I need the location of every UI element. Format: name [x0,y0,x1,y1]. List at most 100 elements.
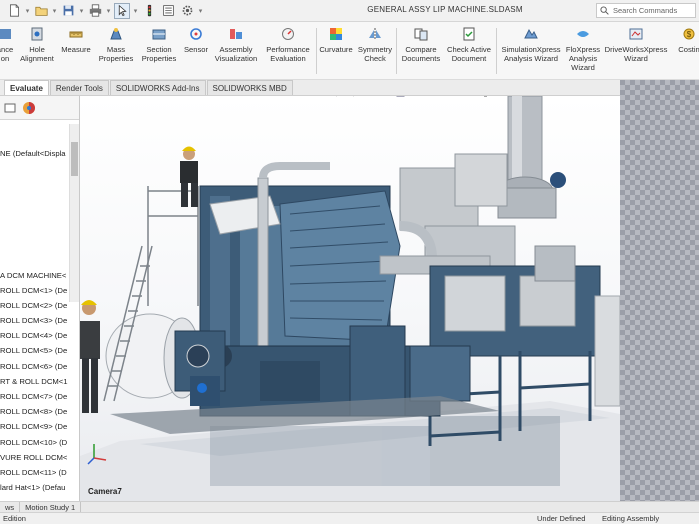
zoom-to-fit-icon[interactable] [326,96,338,97]
chevron-down-icon[interactable]: ▾ [25,3,30,19]
camera-label: Camera7 [88,487,122,496]
ribbon-label-line: on [0,54,10,63]
tree-item[interactable] [0,207,72,222]
select-cursor-icon[interactable] [114,2,130,19]
checkactive-button[interactable]: Check Active Document [444,25,494,63]
ribbon-label-line: Alignment [20,54,54,63]
traffic-light-icon[interactable] [141,3,157,19]
hide-show-icon[interactable] [428,96,440,97]
tree-item[interactable]: ROLL DCM<8> (De [0,404,72,419]
tree-item[interactable]: RT & ROLL DCM<1 [0,374,72,389]
feature-manager-tab-icon[interactable] [2,100,18,116]
hole-button[interactable]: Hole Alignment [17,25,57,63]
print-icon[interactable] [87,3,103,19]
chevron-down-icon[interactable]: ▾ [52,3,57,19]
open-folder-icon[interactable] [33,3,49,19]
floxpress-icon [574,25,592,43]
file-properties-icon[interactable] [160,3,176,19]
tree-item[interactable]: ROLL DCM<3> (De [0,313,72,328]
monitor-icon[interactable] [479,96,491,97]
previous-view-icon[interactable] [360,96,372,97]
flox-button[interactable]: FloXpress Analysis Wizard [564,25,602,72]
drivex-button[interactable]: DriveWorksXpress Wizard [605,25,667,63]
ribbon-label-line: Section [146,45,172,54]
model-tab[interactable]: ws [0,501,21,513]
tab-solidworks-add-ins[interactable]: SOLIDWORKS Add-Ins [109,80,206,95]
panel-tab-icons [0,96,79,120]
tree-item[interactable]: ROLL DCM<1> (De [0,283,72,298]
scrollbar-thumb[interactable] [71,142,78,176]
tree-item[interactable]: lard Hat<1> (Defau [0,480,72,495]
chevron-down-icon[interactable]: ▾ [133,3,138,19]
command-manager-tabs: Evaluate Render Tools SOLIDWORKS Add-Ins SO… [0,80,699,96]
perf-button[interactable]: Performance Evaluation [262,25,314,63]
view-orientation-icon[interactable] [394,96,406,97]
svg-text:$: $ [687,30,692,39]
motion-study-tab[interactable]: Motion Study 1 [20,501,82,513]
appearance-icon[interactable] [445,96,457,97]
tab-solidworks-mbd[interactable]: SOLIDWORKS MBD [206,80,293,95]
mass-button[interactable]: Mass Properties [96,25,136,63]
tree-item[interactable] [0,222,72,237]
measure-button[interactable]: Measure [59,25,93,54]
display-style-icon[interactable] [411,96,423,97]
tree-item[interactable]: ROLL DCM<6> (De [0,359,72,374]
section-properties-icon [150,25,168,43]
tree-item[interactable] [0,161,72,176]
tree-item[interactable]: ROLL DCM<5> (De [0,343,72,358]
tree-item[interactable]: ROLL DCM<2> (De [0,298,72,313]
assembly-model[interactable] [80,96,620,501]
ribbon-label-line: Visualization [214,54,258,63]
simx-button[interactable]: SimulationXpress Analysis Wizard [498,25,564,63]
tree-item[interactable]: ROLL DCM<7> (De [0,389,72,404]
chevron-down-icon[interactable]: ▾ [198,3,203,19]
feature-tree: NE (Default<Displa A DCM MACHINE< ROLL DCM… [0,146,72,495]
interference-detection-icon [0,25,14,43]
tab-evaluate[interactable]: Evaluate [4,80,49,95]
graphics-viewport[interactable]: Camera7 [80,96,620,501]
sensor-button[interactable]: Sensor [181,25,211,54]
tree-item[interactable]: ROLL DCM<9> (De [0,419,72,434]
ribbon-label-line: Wizard [624,54,648,63]
tree-item[interactable]: VURE ROLL DCM< [0,450,72,465]
ribbon-label-line: Assembly [219,45,253,54]
ribbon-label-line: Sensor [183,45,209,54]
tab-render-tools[interactable]: Render Tools [49,80,109,95]
chevron-down-icon[interactable]: ▾ [79,3,84,19]
tree-item[interactable] [0,252,72,267]
ribbon-label-line: Symmetry [357,45,393,54]
compare-button[interactable]: Compare Documents [398,25,444,63]
heads-up-view-toolbar [326,96,491,98]
new-document-icon[interactable] [6,3,22,19]
curvature-button[interactable]: Curvature [317,25,355,54]
search-commands-input[interactable]: Search Commands [596,3,696,18]
ribbon-label-line: Hole [29,45,45,54]
section-view-icon[interactable] [377,96,389,97]
ribbon-label-line: Wizard [571,63,595,72]
interference-button[interactable]: anceon [0,25,14,63]
tree-item[interactable] [0,176,72,191]
costing-button[interactable]: $ Costin [674,25,699,54]
tree-item[interactable]: ROLL DCM<10> (D [0,435,72,450]
driveworksxpress-icon [627,25,645,43]
ribbon-label-line: Curvature [319,45,353,54]
ribbon-label-line: Properties [141,54,177,63]
chevron-down-icon[interactable]: ▾ [106,3,111,19]
tree-item[interactable]: ROLL DCM<4> (De [0,328,72,343]
tree-item[interactable]: ROLL DCM<11> (D [0,465,72,480]
ribbon-separator [396,28,397,74]
ribbon-label-line: Document [451,54,487,63]
save-icon[interactable] [60,3,76,19]
appearance-tab-icon[interactable] [21,100,37,116]
symmetry-button[interactable]: Symmetry Check [356,25,394,63]
assyvis-button[interactable]: Assembly Visualization [210,25,262,63]
tree-item[interactable] [0,237,72,252]
tree-item[interactable]: NE (Default<Displa [0,146,72,161]
zoom-area-icon[interactable] [343,96,355,97]
sensor-icon [187,25,205,43]
tree-item[interactable] [0,192,72,207]
section-button[interactable]: Section Properties [138,25,180,63]
tree-item[interactable]: A DCM MACHINE< [0,268,72,283]
gear-icon[interactable] [179,3,195,19]
scene-icon[interactable] [462,96,474,97]
